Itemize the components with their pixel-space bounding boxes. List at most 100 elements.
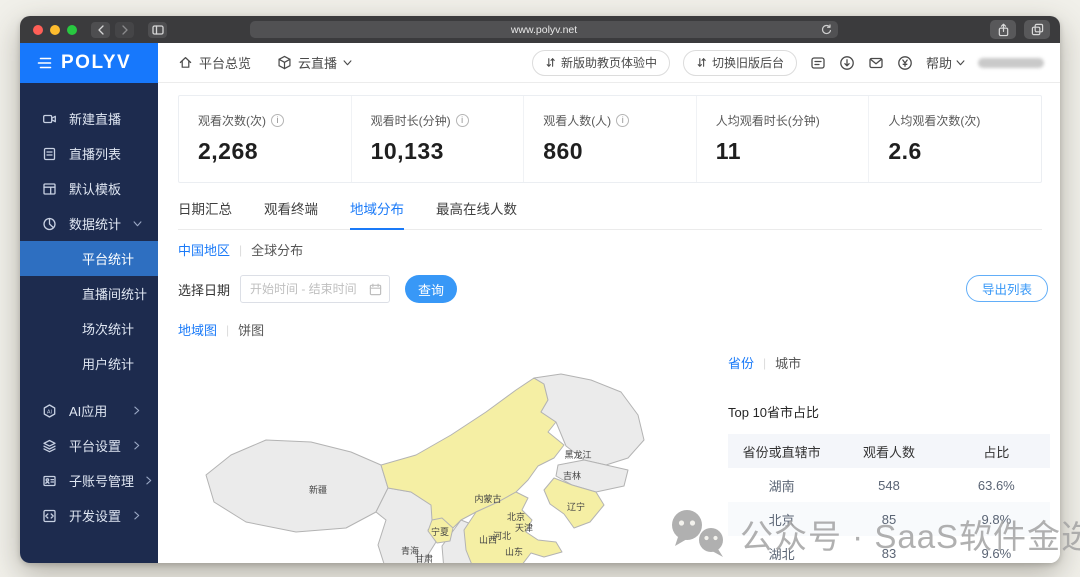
- table-header-row: 省份或直辖市 观看人数 占比: [728, 434, 1050, 468]
- map-label: 新疆: [309, 484, 327, 495]
- new-version-pill-button[interactable]: 新版助教页体验中: [532, 50, 670, 76]
- url-bar[interactable]: www.polyv.net: [250, 21, 838, 38]
- code-icon: [42, 509, 57, 523]
- stat-value: 11: [716, 138, 869, 165]
- zoom-window-button[interactable]: [67, 25, 77, 35]
- switch-old-version-pill-button[interactable]: 切换旧版后台: [683, 50, 797, 76]
- region-scope-toggle: 中国地区 | 全球分布: [178, 240, 303, 259]
- account-name-redacted[interactable]: [978, 58, 1044, 68]
- sidebar-item-developer-settings[interactable]: 开发设置: [20, 498, 158, 533]
- sidebar-item-live-list[interactable]: 直播列表: [20, 136, 158, 171]
- minimize-window-button[interactable]: [50, 25, 60, 35]
- chevron-down-icon: [956, 60, 965, 66]
- stat-avg-views: 人均观看次数(次) 2.6: [868, 96, 1041, 182]
- layers-icon: [42, 439, 57, 453]
- reload-icon[interactable]: [821, 24, 832, 35]
- nav-platform-overview[interactable]: 平台总览: [178, 53, 251, 72]
- view-pie-link[interactable]: 饼图: [238, 320, 264, 339]
- list-icon: [42, 147, 57, 161]
- tab-region-distribution[interactable]: 地域分布: [350, 198, 404, 229]
- sidebar-subitem-session-statistics[interactable]: 场次统计: [20, 311, 158, 346]
- back-button[interactable]: [91, 22, 110, 38]
- table-row: 北京 85 9.8%: [728, 502, 1050, 536]
- forward-button[interactable]: [115, 22, 134, 38]
- tab-date-summary[interactable]: 日期汇总: [178, 198, 232, 229]
- sidebar-subitem-user-statistics[interactable]: 用户统计: [20, 346, 158, 381]
- tab-max-online[interactable]: 最高在线人数: [436, 198, 517, 229]
- sidebar-subitem-room-statistics[interactable]: 直播间统计: [20, 276, 158, 311]
- map-label: 山东: [505, 546, 523, 557]
- stats-summary-card: 观看次数(次)i 2,268 观看时长(分钟)i 10,133 观看人数(人)i…: [178, 95, 1042, 183]
- table-row: 湖北 83 9.6%: [728, 536, 1050, 563]
- info-icon[interactable]: i: [616, 114, 629, 127]
- download-icon[interactable]: [839, 55, 855, 71]
- date-range-input[interactable]: [240, 275, 390, 303]
- app-header: POLYV 平台总览 云直播: [20, 43, 1060, 83]
- sort-arrows-icon: [696, 57, 707, 68]
- chevron-right-icon: [134, 511, 140, 520]
- toggle-province-link[interactable]: 省份: [728, 353, 754, 372]
- stat-value: 10,133: [371, 138, 524, 165]
- statistics-tabs: 日期汇总 观看终端 地域分布 最高在线人数: [178, 198, 1042, 230]
- cube-icon: [277, 55, 292, 70]
- map-label: 山西: [479, 535, 497, 545]
- sidebar-statistics-submenu: 平台统计 直播间统计 场次统计 用户统计: [20, 241, 158, 381]
- stat-avg-duration: 人均观看时长(分钟) 11: [696, 96, 869, 182]
- table-row: 湖南 548 63.6%: [728, 468, 1050, 502]
- sidebar-item-new-live[interactable]: 新建直播: [20, 101, 158, 136]
- chrome-right-buttons: [990, 20, 1050, 39]
- sidebar-item-data-statistics[interactable]: 数据统计: [20, 206, 158, 241]
- balance-icon[interactable]: [897, 55, 913, 71]
- logo-wordmark: POLYV: [61, 52, 131, 74]
- app-header-right: 新版助教页体验中 切换旧版后台: [532, 50, 1060, 76]
- sidebar-item-default-template[interactable]: 默认模板: [20, 171, 158, 206]
- app-body: 新建直播 直播列表 默认模板: [20, 83, 1060, 563]
- menu-collapse-icon[interactable]: [37, 57, 52, 69]
- sidebar-item-platform-settings[interactable]: 平台设置: [20, 428, 158, 463]
- date-range-field[interactable]: [250, 282, 368, 296]
- query-button[interactable]: 查询: [405, 275, 457, 303]
- polyv-logo[interactable]: POLYV: [20, 43, 158, 83]
- map-label: 吉林: [563, 470, 581, 481]
- toggle-city-link[interactable]: 城市: [775, 353, 801, 372]
- traffic-lights: [33, 25, 77, 35]
- stat-view-count: 观看次数(次)i 2,268: [179, 96, 351, 182]
- scope-china-link[interactable]: 中国地区: [178, 240, 230, 259]
- home-icon: [178, 55, 193, 70]
- col-header-ratio: 占比: [943, 442, 1050, 461]
- tabs-overview-icon[interactable]: [1024, 20, 1050, 39]
- chevron-right-icon: [134, 441, 140, 450]
- date-filter-label: 选择日期: [178, 280, 230, 299]
- stat-value: 2.6: [888, 138, 1041, 165]
- info-icon[interactable]: i: [456, 114, 469, 127]
- help-menu[interactable]: 帮助: [926, 53, 965, 72]
- map-label: 辽宁: [567, 501, 585, 512]
- sidebar-subitem-platform-statistics[interactable]: 平台统计: [20, 241, 158, 276]
- region-ranking-panel: 省份 | 城市 Top 10省市占比 省份或直辖市 观看人数 占比 湖南: [728, 353, 1050, 563]
- app-top-nav: 平台总览 云直播 新版助教页体验中: [158, 43, 1060, 82]
- scope-global-link[interactable]: 全球分布: [251, 240, 303, 259]
- document-icon[interactable]: [810, 55, 826, 71]
- ranking-table: 省份或直辖市 观看人数 占比 湖南 548 63.6% 北京 85 9.: [728, 434, 1050, 563]
- view-map-link[interactable]: 地域图: [178, 320, 217, 339]
- share-icon[interactable]: [990, 20, 1016, 39]
- sidebar-toggle-icon[interactable]: [148, 22, 167, 38]
- sidebar-item-subaccount-management[interactable]: 子账号管理: [20, 463, 158, 498]
- main-content: 观看次数(次)i 2,268 观看时长(分钟)i 10,133 观看人数(人)i…: [158, 83, 1060, 563]
- province-city-toggle: 省份 | 城市: [728, 353, 1050, 372]
- sidebar-item-ai-apps[interactable]: AI AI应用: [20, 393, 158, 428]
- map-label: 宁夏: [431, 526, 449, 537]
- ai-hexagon-icon: AI: [42, 404, 57, 418]
- close-window-button[interactable]: [33, 25, 43, 35]
- china-region-map[interactable]: 新疆 内蒙古 黑龙江 吉林 辽宁 北京 天津 河北 山西 山东 宁夏 青海: [176, 370, 656, 563]
- mail-icon[interactable]: [868, 55, 884, 71]
- desktop-background: www.polyv.net POLYV: [0, 0, 1080, 577]
- info-icon[interactable]: i: [271, 114, 284, 127]
- url-text: www.polyv.net: [511, 24, 577, 36]
- tab-device[interactable]: 观看终端: [264, 198, 318, 229]
- export-list-button[interactable]: 导出列表: [966, 275, 1048, 302]
- chevron-down-icon: [133, 221, 142, 227]
- stat-watch-duration: 观看时长(分钟)i 10,133: [351, 96, 524, 182]
- nav-cloud-live[interactable]: 云直播: [277, 53, 352, 72]
- browser-window: www.polyv.net POLYV: [20, 16, 1060, 563]
